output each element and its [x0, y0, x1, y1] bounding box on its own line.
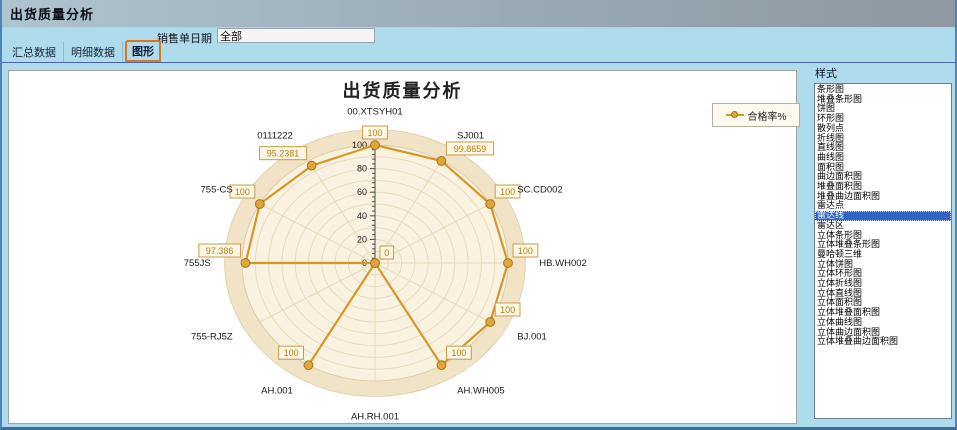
svg-text:100: 100	[284, 348, 299, 358]
svg-text:100: 100	[500, 187, 515, 197]
svg-text:AH.WH005: AH.WH005	[457, 386, 505, 397]
svg-text:100: 100	[367, 128, 382, 138]
svg-text:97.386: 97.386	[206, 246, 234, 256]
tab-summary-data[interactable]: 汇总数据	[5, 42, 64, 62]
style-list-item[interactable]: 堆叠条形图	[815, 95, 951, 105]
date-filter-input[interactable]	[217, 28, 375, 43]
style-list-item[interactable]: 立体堆叠曲边面积图	[815, 337, 951, 347]
svg-text:00.XTSYH01: 00.XTSYH01	[347, 107, 402, 118]
svg-text:755JS: 755JS	[184, 258, 211, 269]
style-panel-title: 样式	[802, 64, 955, 81]
svg-text:80: 80	[357, 164, 367, 174]
page-title: 出货质量分析	[2, 4, 94, 23]
svg-text:755-CS: 755-CS	[201, 184, 233, 195]
svg-text:0111222: 0111222	[257, 130, 293, 141]
svg-text:95.2381: 95.2381	[267, 149, 300, 159]
chart-title: 出货质量分析	[9, 77, 796, 103]
svg-text:100: 100	[451, 348, 466, 358]
chart-legend: 合格率%	[712, 103, 800, 127]
style-listbox[interactable]: 条形图堆叠条形图饼图环形图散列点折线图直线图曲线图面积图曲边面积图堆叠面积图堆叠…	[814, 83, 952, 419]
svg-text:SC.CD002: SC.CD002	[517, 184, 562, 195]
app-window: 出货质量分析 销售单日期 汇总数据 明细数据 图形 出货质量分析 0204060…	[0, 0, 957, 430]
svg-text:HB.WH002: HB.WH002	[539, 258, 587, 269]
tab-bar: 汇总数据 明细数据 图形	[2, 44, 955, 62]
svg-text:0: 0	[384, 248, 389, 258]
svg-text:40: 40	[357, 211, 367, 221]
style-panel: 样式 条形图堆叠条形图饼图环形图散列点折线图直线图曲线图面积图曲边面积图堆叠面积…	[802, 64, 955, 426]
svg-text:100: 100	[518, 246, 533, 256]
tab-detail-data[interactable]: 明细数据	[64, 42, 123, 62]
tab-graph[interactable]: 图形	[125, 40, 161, 62]
svg-text:100: 100	[235, 187, 250, 197]
chart-panel: 出货质量分析 0 20 40 60 80 100 100 99.8659 100 100 100 10…	[8, 70, 797, 424]
radar-plot: 02040608010010099.8659100100100100010097…	[9, 71, 796, 423]
legend-label: 合格率%	[748, 108, 787, 123]
svg-text:755-RJ5Z: 755-RJ5Z	[191, 332, 233, 343]
svg-text:SJ001: SJ001	[457, 130, 484, 141]
svg-text:20: 20	[357, 234, 367, 244]
svg-text:BJ.001: BJ.001	[517, 332, 547, 343]
tab-underline	[2, 62, 955, 63]
svg-text:AH.RH.001: AH.RH.001	[351, 411, 399, 422]
svg-text:AH.001: AH.001	[261, 386, 293, 397]
svg-text:99.8659: 99.8659	[454, 144, 487, 154]
title-bar: 出货质量分析	[2, 0, 955, 28]
svg-text:60: 60	[357, 187, 367, 197]
svg-text:100: 100	[500, 305, 515, 315]
legend-line-marker-icon	[726, 111, 744, 119]
